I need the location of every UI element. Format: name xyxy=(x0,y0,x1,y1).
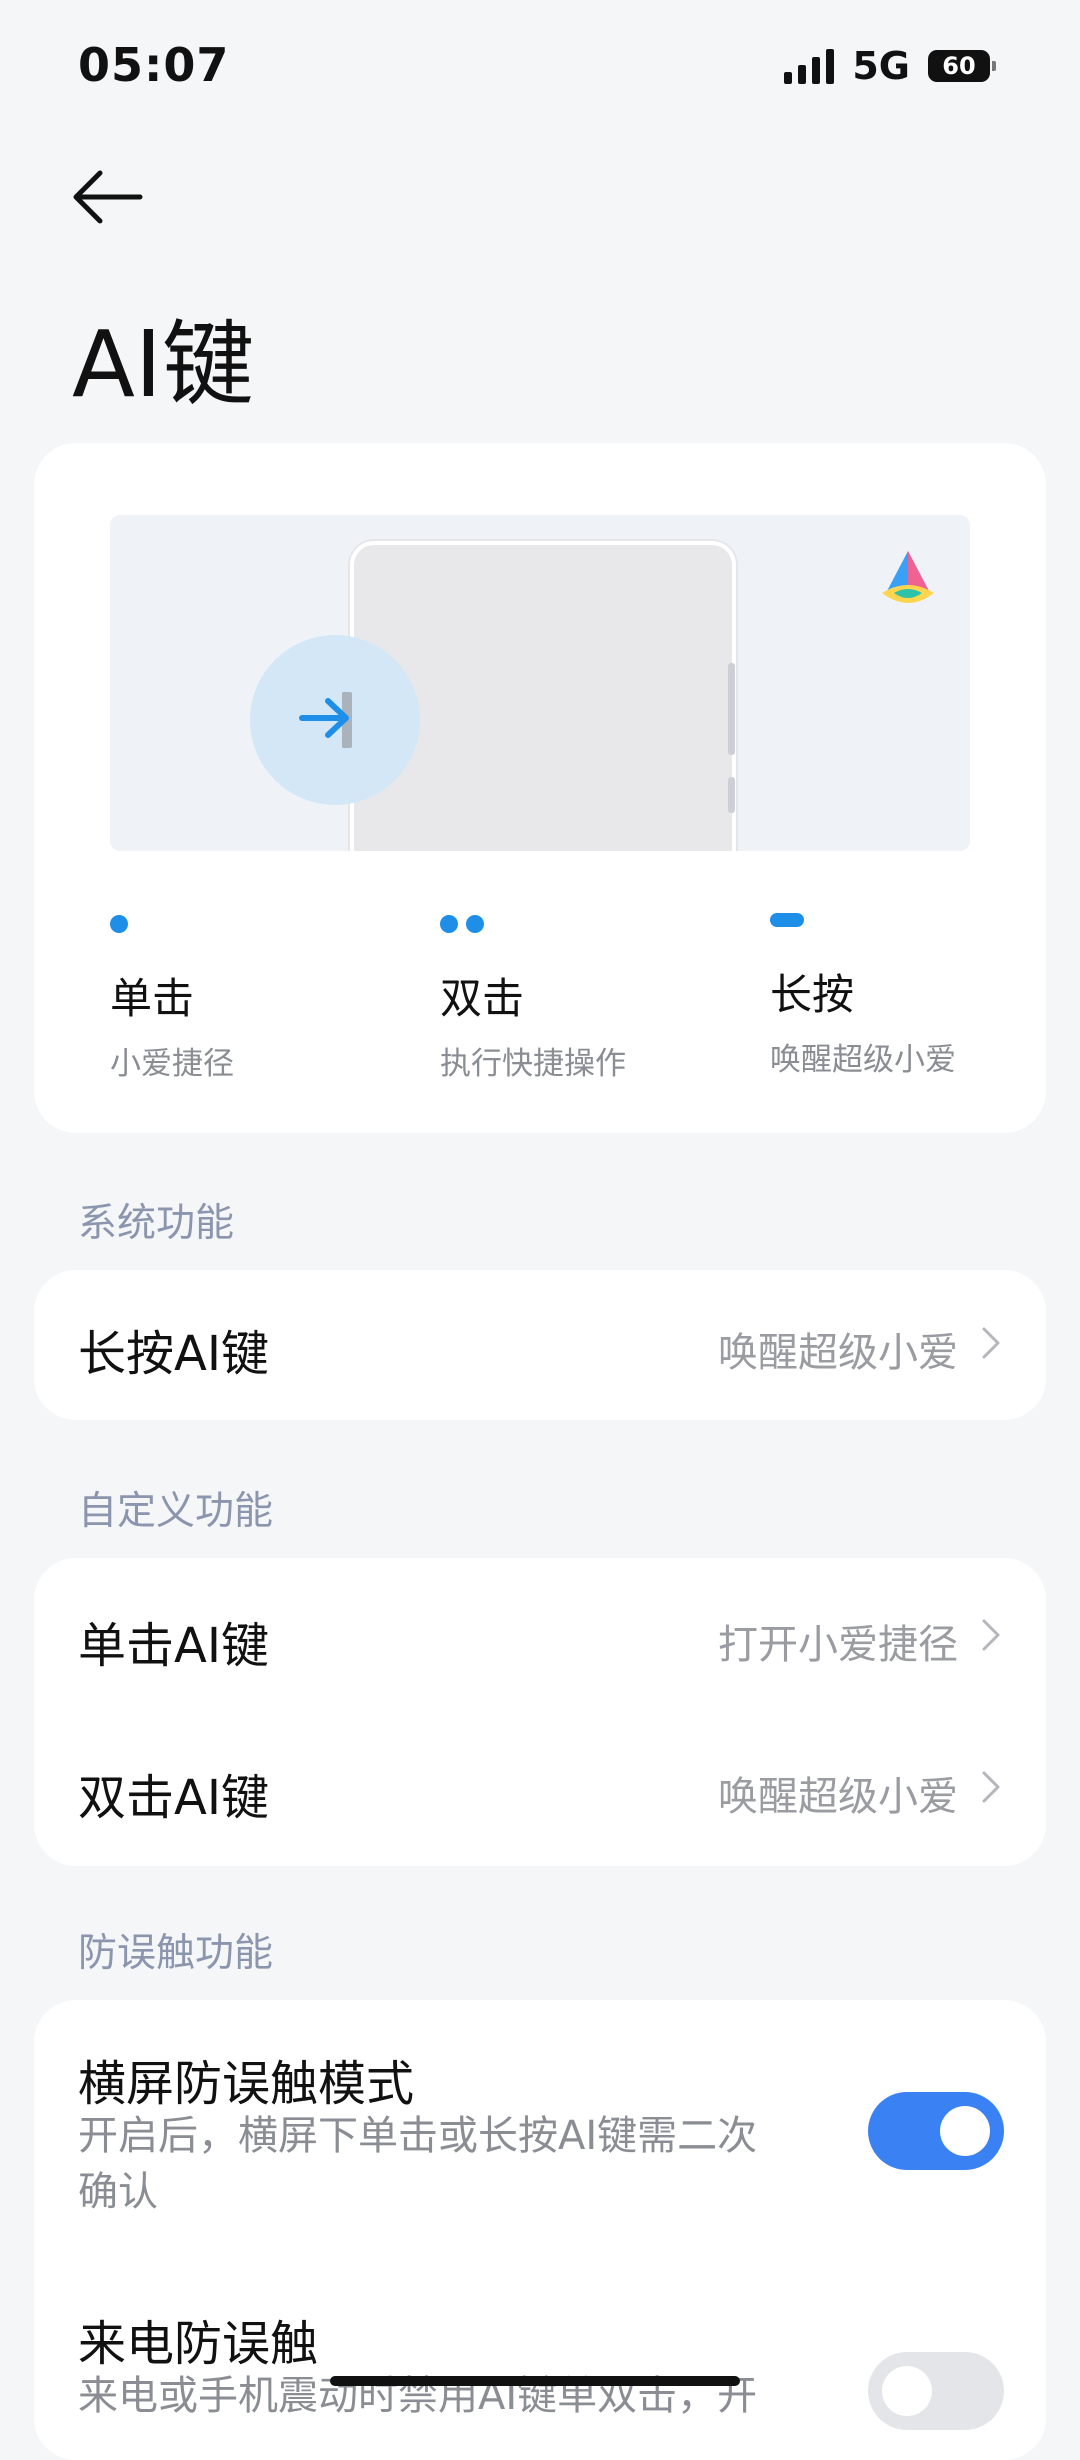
setting-value: 打开小爱捷径 xyxy=(718,1622,958,1668)
phone-side-button xyxy=(728,777,735,813)
setting-label: 双击AI键 xyxy=(78,1770,269,1826)
ai-key-illustration xyxy=(110,515,970,851)
setting-label: 长按AI键 xyxy=(78,1326,269,1382)
network-type: 5G xyxy=(852,44,910,88)
toggle-knob xyxy=(882,2366,932,2416)
mode-desc: 唤醒超级小爱 xyxy=(770,1042,956,1078)
mode-long-press: 长按 唤醒超级小爱 xyxy=(770,909,956,1079)
incoming-call-toggle[interactable] xyxy=(868,2352,1004,2430)
setting-label: 横屏防误触模式 xyxy=(78,2056,415,2112)
mode-desc: 小爱捷径 xyxy=(110,1046,234,1082)
xiaoai-logo-icon xyxy=(882,551,934,603)
setting-value: 唤醒超级小爱 xyxy=(718,1330,958,1376)
landscape-mode-toggle[interactable] xyxy=(868,2092,1004,2170)
dash-indicator xyxy=(770,909,956,931)
anti-mistouch-card: 横屏防误触模式 开启后，横屏下单击或长按AI键需二次 确认 来电防误触 来电或手… xyxy=(34,2000,1046,2460)
back-arrow-icon[interactable] xyxy=(70,165,146,229)
arrow-right-icon xyxy=(299,698,349,738)
custom-settings-card: 单击AI键 打开小爱捷径 双击AI键 唤醒超级小爱 xyxy=(34,1558,1046,1866)
mode-name: 双击 xyxy=(440,974,525,1023)
chevron-right-icon xyxy=(982,1771,1000,1803)
setting-label: 单击AI键 xyxy=(78,1618,269,1674)
setting-value: 唤醒超级小爱 xyxy=(718,1774,958,1820)
setting-row-double-click[interactable]: 双击AI键 唤醒超级小爱 xyxy=(34,1714,1046,1864)
chevron-right-icon xyxy=(982,1619,1000,1651)
section-title-system: 系统功能 xyxy=(78,1201,235,1246)
status-icons: 5G 60 xyxy=(784,44,996,88)
page-title: AI键 xyxy=(72,311,255,418)
system-settings-card: 长按AI键 唤醒超级小爱 xyxy=(34,1270,1046,1420)
status-time: 05:07 xyxy=(78,38,230,92)
mode-name: 长按 xyxy=(770,970,855,1019)
mode-single-click: 单击 小爱捷径 xyxy=(110,913,234,1083)
battery-level: 60 xyxy=(942,52,976,80)
setting-description: 开启后，横屏下单击或长按AI键需二次 确认 xyxy=(78,2108,838,2220)
section-title-custom: 自定义功能 xyxy=(78,1489,274,1534)
battery-icon: 60 xyxy=(928,50,996,82)
home-indicator[interactable] xyxy=(330,2376,740,2386)
mode-name: 单击 xyxy=(110,974,195,1023)
double-dot-indicator xyxy=(440,913,626,935)
chevron-right-icon xyxy=(982,1327,1000,1359)
phone-side-button xyxy=(728,663,735,755)
setting-row-single-click[interactable]: 单击AI键 打开小爱捷径 xyxy=(34,1562,1046,1712)
description-line: 确认 xyxy=(78,2169,158,2215)
mode-desc: 执行快捷操作 xyxy=(440,1046,626,1082)
single-dot-indicator xyxy=(110,913,234,935)
toggle-knob xyxy=(940,2106,990,2156)
status-bar: 05:07 5G 60 xyxy=(0,0,1080,130)
description-line: 开启后，横屏下单击或长按AI键需二次 xyxy=(78,2113,758,2159)
section-title-anti-mistouch: 防误触功能 xyxy=(78,1931,274,1976)
mode-double-click: 双击 执行快捷操作 xyxy=(440,913,626,1083)
signal-icon xyxy=(784,48,835,84)
ai-key-intro-card: 单击 小爱捷径 双击 执行快捷操作 长按 唤醒超级小爱 xyxy=(34,443,1046,1133)
setting-label: 来电防误触 xyxy=(78,2316,319,2372)
setting-row-long-press[interactable]: 长按AI键 唤醒超级小爱 xyxy=(34,1270,1046,1420)
